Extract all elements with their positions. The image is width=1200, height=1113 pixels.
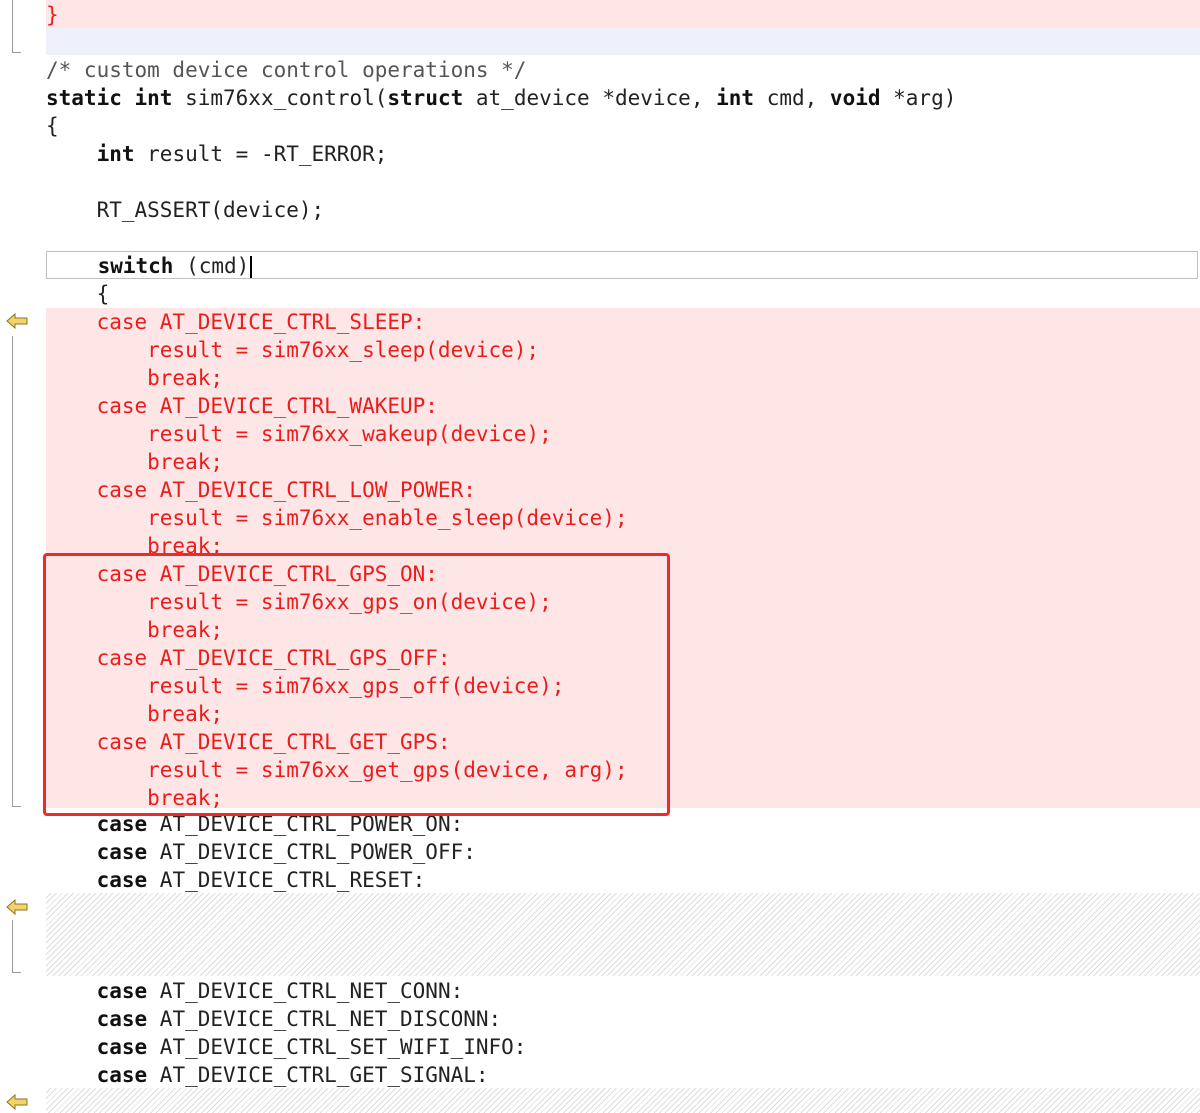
code-line[interactable]: { — [46, 280, 110, 308]
code-line[interactable]: case AT_DEVICE_CTRL_SET_WIFI_INFO: — [46, 1033, 527, 1061]
deleted-code-line[interactable]: result = sim76xx_wakeup(device); — [46, 420, 552, 448]
deleted-code-line[interactable]: case AT_DEVICE_CTRL_LOW_POWER: — [46, 476, 476, 504]
code-line[interactable]: { — [46, 112, 59, 140]
deleted-code-line[interactable]: break; — [46, 784, 223, 812]
code-text: at_device *device, — [463, 86, 717, 110]
text-cursor — [250, 256, 253, 278]
keyword: static — [46, 86, 122, 110]
deleted-code-line[interactable]: break; — [46, 616, 223, 644]
code-line[interactable]: case AT_DEVICE_CTRL_NET_DISCONN: — [46, 1005, 502, 1033]
code-comment[interactable]: /* custom device control operations */ — [46, 56, 526, 84]
code-text: *arg) — [880, 86, 957, 110]
deleted-code-line[interactable]: break; — [46, 700, 223, 728]
code-text: AT_DEVICE_CTRL_RESET: — [147, 868, 426, 892]
missing-lines-placeholder — [46, 893, 1200, 976]
code-text: AT_DEVICE_CTRL_NET_CONN: — [147, 979, 464, 1003]
diff-gutter — [0, 0, 46, 1113]
code-line[interactable]: RT_ASSERT(device); — [46, 196, 325, 224]
keyword: case — [96, 979, 148, 1003]
keyword: case — [96, 1063, 148, 1087]
code-text: (cmd) — [173, 254, 250, 278]
missing-lines-placeholder — [46, 1088, 1200, 1113]
deleted-code-line[interactable]: result = sim76xx_sleep(device); — [46, 336, 539, 364]
code-line[interactable]: case AT_DEVICE_CTRL_RESET: — [46, 866, 426, 894]
keyword: struct — [387, 86, 464, 110]
code-text: AT_DEVICE_CTRL_GET_SIGNAL: — [147, 1063, 489, 1087]
deleted-code-line[interactable]: case AT_DEVICE_CTRL_GPS_ON: — [46, 560, 438, 588]
function-signature[interactable]: static int sim76xx_control(struct at_dev… — [46, 84, 956, 112]
keyword: int — [716, 86, 755, 110]
deleted-code-line[interactable]: break; — [46, 532, 223, 560]
change-arrow-icon[interactable] — [6, 899, 28, 915]
deleted-code-line[interactable]: result = sim76xx_gps_on(device); — [46, 588, 552, 616]
keyword: void — [829, 86, 881, 110]
code-line[interactable]: case AT_DEVICE_CTRL_POWER_OFF: — [46, 838, 476, 866]
keyword: case — [96, 812, 148, 836]
code-text: cmd, — [754, 86, 830, 110]
gutter-change-bar — [12, 920, 21, 973]
code-line[interactable]: case AT_DEVICE_CTRL_NET_CONN: — [46, 977, 464, 1005]
deleted-code-line[interactable]: case AT_DEVICE_CTRL_GPS_OFF: — [46, 644, 451, 672]
deleted-code-line[interactable]: break; — [46, 364, 223, 392]
keyword: case — [96, 868, 148, 892]
keyword: case — [96, 840, 148, 864]
deleted-code-line[interactable]: result = sim76xx_gps_off(device); — [46, 672, 564, 700]
context-separator — [46, 28, 1200, 55]
keyword: case — [96, 1007, 148, 1031]
keyword: int — [96, 142, 135, 166]
deleted-code-line[interactable]: case AT_DEVICE_CTRL_WAKEUP: — [46, 392, 438, 420]
current-line[interactable]: switch (cmd) — [46, 251, 1198, 279]
deleted-code-line[interactable]: case AT_DEVICE_CTRL_GET_GPS: — [46, 728, 451, 756]
change-arrow-icon[interactable] — [6, 1094, 28, 1110]
deleted-code-line[interactable]: result = sim76xx_enable_sleep(device); — [46, 504, 627, 532]
keyword: case — [96, 1035, 148, 1059]
keyword: int — [134, 86, 173, 110]
code-line[interactable]: int result = -RT_ERROR; — [46, 140, 388, 168]
code-text: AT_DEVICE_CTRL_SET_WIFI_INFO: — [147, 1035, 527, 1059]
deleted-code-line[interactable]: case AT_DEVICE_CTRL_SLEEP: — [46, 308, 426, 336]
code-text: result = -RT_ERROR; — [134, 142, 388, 166]
code-line[interactable]: case AT_DEVICE_CTRL_POWER_ON: — [46, 810, 464, 838]
deleted-code-line[interactable]: break; — [46, 448, 223, 476]
gutter-change-bar — [12, 336, 21, 807]
diff-editor-pane[interactable]: } /* custom device control operations */… — [46, 0, 1200, 1113]
change-arrow-icon[interactable] — [6, 313, 28, 329]
code-text: AT_DEVICE_CTRL_POWER_OFF: — [147, 840, 476, 864]
code-line[interactable]: } — [46, 1, 59, 29]
deleted-code-line[interactable]: result = sim76xx_get_gps(device, arg); — [46, 756, 627, 784]
code-text: sim76xx_control( — [172, 86, 388, 110]
keyword: switch — [97, 254, 174, 278]
code-text: AT_DEVICE_CTRL_NET_DISCONN: — [147, 1007, 502, 1031]
gutter-change-bar — [12, 0, 21, 53]
code-text: AT_DEVICE_CTRL_POWER_ON: — [147, 812, 464, 836]
code-line[interactable]: case AT_DEVICE_CTRL_GET_SIGNAL: — [46, 1061, 489, 1089]
deleted-block-top — [46, 0, 1200, 28]
